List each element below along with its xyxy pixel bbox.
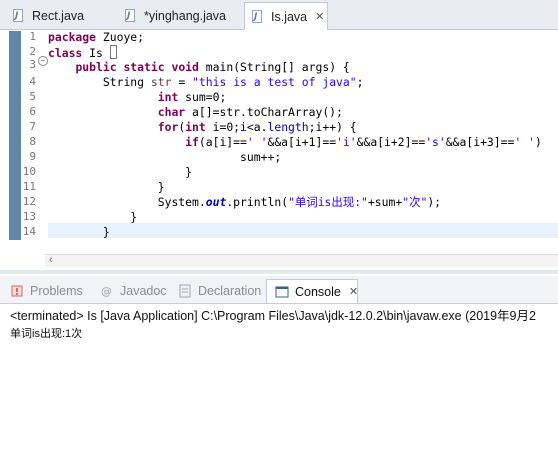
line-number: 14: [22, 225, 36, 238]
line-number: 10: [22, 165, 36, 178]
close-icon[interactable]: ✕: [349, 285, 358, 298]
code-line: int sum=0;: [157, 90, 227, 104]
bracket-match-marker: [109, 45, 117, 59]
fold-collapse-icon[interactable]: −: [38, 56, 48, 66]
tab-label: Console: [295, 284, 341, 299]
code-line: char a[]=str.toCharArray();: [157, 105, 343, 119]
view-divider[interactable]: [0, 270, 558, 274]
line-number: 8: [29, 135, 36, 148]
line-number: 7: [29, 120, 36, 133]
tab-problems[interactable]: Problems: [2, 279, 88, 303]
line-number: 12: [22, 195, 36, 208]
line-number: 11: [22, 180, 36, 193]
tab-label: Javadoc: [120, 284, 167, 298]
console-icon: [275, 285, 289, 299]
tab-yinghang-java[interactable]: J *yinghang.java: [118, 3, 242, 29]
code-line: String str = "this is a test of java";: [102, 75, 364, 89]
tab-label: Is.java: [271, 9, 308, 24]
tab-label: Rect.java: [32, 9, 85, 23]
tab-javadoc[interactable]: @ Javadoc: [92, 279, 168, 303]
code-line: }: [157, 180, 165, 194]
line-number: 6: [29, 105, 36, 118]
tab-is-java[interactable]: J Is.java ✕: [244, 2, 328, 30]
console-output-text: 单词is出现:1次: [10, 328, 83, 340]
editor-tab-bar: J Rect.java J *yinghang.java J Is.java ✕: [0, 0, 558, 30]
line-number: 1: [29, 30, 36, 43]
code-line: public static void main(String[] args) {: [75, 60, 350, 74]
console-status-line: <terminated> Is [Java Application] C:\Pr…: [10, 309, 536, 323]
problems-icon: [10, 284, 24, 298]
line-number: 3: [29, 58, 36, 71]
code-line: }: [185, 165, 193, 179]
java-file-icon: J: [12, 9, 26, 23]
line-number: 13: [22, 210, 36, 223]
java-file-icon: J: [251, 9, 265, 24]
line-number: 9: [29, 150, 36, 163]
code-editor[interactable]: 1 2 3 − 4 5 6 7 8 9 10 11 12 13 14 packa…: [0, 30, 558, 252]
overview-ruler: [9, 31, 21, 240]
tab-rect-java[interactable]: J Rect.java: [6, 3, 116, 29]
code-line: class Is: [48, 45, 117, 60]
java-file-icon: J: [124, 9, 138, 23]
code-line: if(a[i]==' '&&a[i+1]=='i'&&a[i+2]=='s'&&…: [185, 135, 542, 149]
tab-declaration[interactable]: Declaration: [170, 279, 266, 303]
code-line: }: [102, 225, 110, 239]
line-number: 4: [29, 75, 36, 88]
tab-console[interactable]: Console ✕: [266, 279, 358, 303]
tab-label: Problems: [30, 284, 83, 298]
line-number: 2: [29, 45, 36, 58]
bottom-view-tab-bar: Problems @ Javadoc Declaration Console ✕: [0, 276, 558, 304]
line-number: 5: [29, 90, 36, 103]
horizontal-scrollbar[interactable]: ‹: [45, 254, 558, 267]
console-output-area[interactable]: [0, 305, 558, 451]
declaration-icon: [178, 284, 192, 298]
javadoc-icon: @: [100, 284, 114, 298]
current-line-highlight: [48, 223, 558, 238]
tab-label: *yinghang.java: [144, 9, 227, 23]
close-icon[interactable]: ✕: [315, 10, 324, 23]
svg-text:@: @: [101, 285, 112, 298]
code-line: sum++;: [240, 150, 282, 164]
tab-label: Declaration: [198, 284, 262, 298]
code-line: package Zuoye;: [48, 30, 145, 44]
code-line: }: [130, 210, 138, 224]
scroll-left-icon[interactable]: ‹: [49, 254, 53, 266]
code-line: for(int i=0;i<a.length;i++) {: [157, 120, 357, 134]
code-line: System.out.println("单词is出现:"+sum+"次");: [157, 195, 442, 209]
